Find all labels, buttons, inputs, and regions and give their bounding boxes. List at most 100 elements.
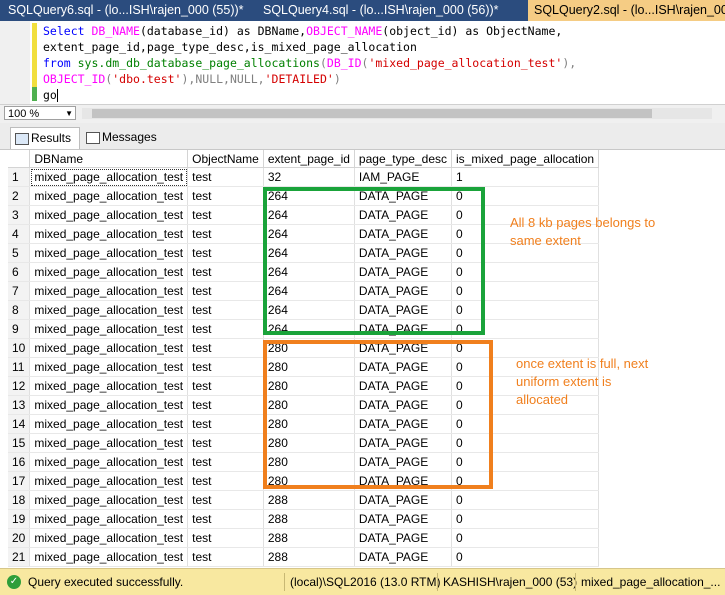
table-cell[interactable]: test [187,509,264,529]
table-cell[interactable]: test [187,395,264,415]
row-number[interactable]: 14 [8,414,31,434]
table-cell[interactable]: mixed_page_allocation_test [29,243,189,263]
table-cell[interactable]: mixed_page_allocation_test [29,395,189,415]
row-number[interactable]: 9 [8,319,31,339]
row-number[interactable]: 10 [8,338,31,358]
row-number[interactable]: 1 [8,167,31,187]
table-cell[interactable]: test [187,262,264,282]
column-header[interactable]: is_mixed_page_allocation [451,150,600,168]
table-cell[interactable]: 288 [263,509,355,529]
chevron-down-icon: ▼ [65,109,73,118]
table-cell[interactable]: mixed_page_allocation_test [29,167,189,187]
tab-sqlquery6[interactable]: SQLQuery6.sql - (lo...ISH\rajen_000 (55)… [2,0,250,21]
row-number[interactable]: 16 [8,452,31,472]
table-cell[interactable]: test [187,490,264,510]
tab-results[interactable]: Results [10,127,81,149]
table-cell[interactable]: test [187,338,264,358]
table-cell[interactable]: test [187,547,264,567]
row-number[interactable]: 21 [8,547,31,567]
table-cell[interactable]: test [187,186,264,206]
table-cell[interactable]: test [187,281,264,301]
table-cell[interactable]: mixed_page_allocation_test [29,186,189,206]
table-cell[interactable]: mixed_page_allocation_test [29,528,189,548]
row-number[interactable]: 15 [8,433,31,453]
column-header[interactable]: page_type_desc [354,150,453,168]
table-cell[interactable]: mixed_page_allocation_test [29,338,189,358]
row-number[interactable]: 8 [8,300,31,320]
table-cell[interactable]: 0 [451,547,600,567]
table-cell[interactable]: test [187,414,264,434]
row-number[interactable]: 13 [8,395,31,415]
table-cell[interactable]: mixed_page_allocation_test [29,319,189,339]
table-cell[interactable]: 288 [263,490,355,510]
table-cell[interactable]: mixed_page_allocation_test [29,357,189,377]
table-cell[interactable]: IAM_PAGE [354,167,453,187]
table-cell[interactable]: 0 [451,528,600,548]
table-cell[interactable]: test [187,224,264,244]
table-cell[interactable]: test [187,528,264,548]
row-number[interactable]: 11 [8,357,31,377]
table-cell[interactable]: test [187,471,264,491]
table-cell[interactable]: test [187,167,264,187]
table-cell[interactable]: mixed_page_allocation_test [29,224,189,244]
table-cell[interactable]: 288 [263,528,355,548]
tab-sqlquery4[interactable]: SQLQuery4.sql - (lo...ISH\rajen_000 (56)… [257,0,505,21]
tab-messages[interactable]: Messages [82,127,165,148]
table-cell[interactable]: mixed_page_allocation_test [29,376,189,396]
row-number[interactable]: 12 [8,376,31,396]
row-number[interactable]: 19 [8,509,31,529]
query-editor[interactable]: Select DB_NAME(database_id) as DBName,OB… [0,21,725,104]
horizontal-scrollbar[interactable] [82,108,712,119]
table-cell[interactable]: 288 [263,547,355,567]
table-row[interactable]: 21 mixed_page_allocation_test test 288 DATA_… [8,547,600,567]
table-cell[interactable]: mixed_page_allocation_test [29,452,189,472]
table-cell[interactable]: test [187,243,264,263]
table-cell[interactable]: DATA_PAGE [354,490,453,510]
table-row[interactable]: 20 mixed_page_allocation_test test 288 DATA_… [8,528,600,548]
table-cell[interactable]: test [187,452,264,472]
row-number[interactable]: 17 [8,471,31,491]
tab-sqlquery2[interactable]: SQLQuery2.sql - (lo...ISH\rajen_000 (5 [528,0,725,21]
code-token: Select [43,24,92,38]
column-header[interactable]: DBName [29,150,189,168]
table-cell[interactable]: mixed_page_allocation_test [29,509,189,529]
table-cell[interactable]: test [187,357,264,377]
row-number[interactable]: 7 [8,281,31,301]
table-cell[interactable]: 0 [451,509,600,529]
table-cell[interactable]: mixed_page_allocation_test [29,490,189,510]
row-number[interactable]: 5 [8,243,31,263]
column-header[interactable]: extent_page_id [263,150,355,168]
zoom-select[interactable]: 100 % ▼ [4,106,76,120]
row-number[interactable]: 4 [8,224,31,244]
column-header[interactable]: ObjectName [187,150,264,168]
column-header[interactable] [8,150,31,168]
table-cell[interactable]: DATA_PAGE [354,528,453,548]
table-cell[interactable]: 1 [451,167,600,187]
table-cell[interactable]: test [187,376,264,396]
scrollbar-thumb[interactable] [92,109,652,118]
table-row[interactable]: 18 mixed_page_allocation_test test 288 DATA_… [8,490,600,510]
table-cell[interactable]: test [187,205,264,225]
table-cell[interactable]: test [187,300,264,320]
table-cell[interactable]: DATA_PAGE [354,547,453,567]
table-row[interactable]: 1 mixed_page_allocation_test test 32 IAM_PAG… [8,167,600,187]
table-cell[interactable]: mixed_page_allocation_test [29,281,189,301]
row-number[interactable]: 2 [8,186,31,206]
table-row[interactable]: 19 mixed_page_allocation_test test 288 DATA_… [8,509,600,529]
table-cell[interactable]: mixed_page_allocation_test [29,262,189,282]
row-number[interactable]: 20 [8,528,31,548]
table-cell[interactable]: mixed_page_allocation_test [29,205,189,225]
table-cell[interactable]: mixed_page_allocation_test [29,414,189,434]
table-cell[interactable]: DATA_PAGE [354,509,453,529]
table-cell[interactable]: 0 [451,490,600,510]
table-cell[interactable]: test [187,433,264,453]
table-cell[interactable]: test [187,319,264,339]
table-cell[interactable]: mixed_page_allocation_test [29,433,189,453]
row-number[interactable]: 6 [8,262,31,282]
table-cell[interactable]: mixed_page_allocation_test [29,471,189,491]
row-number[interactable]: 3 [8,205,31,225]
table-cell[interactable]: mixed_page_allocation_test [29,547,189,567]
row-number[interactable]: 18 [8,490,31,510]
table-cell[interactable]: mixed_page_allocation_test [29,300,189,320]
table-cell[interactable]: 32 [263,167,355,187]
